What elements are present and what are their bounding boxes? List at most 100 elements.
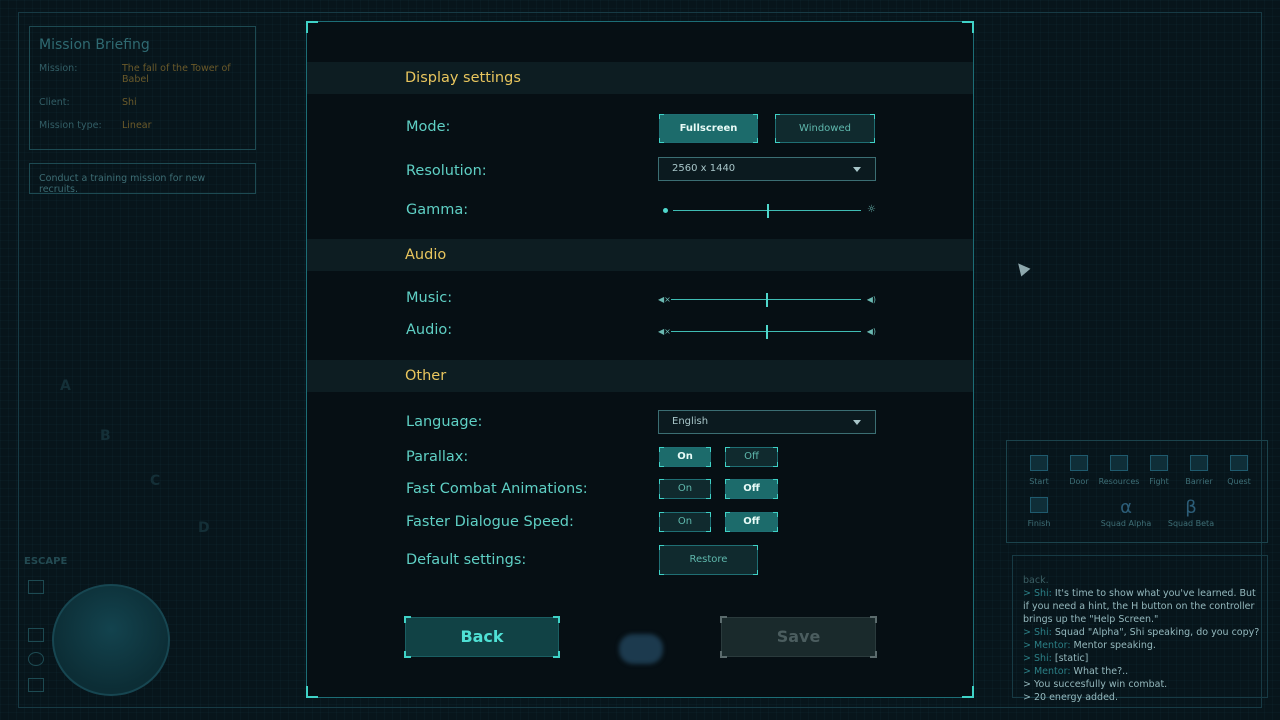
button-label: Off xyxy=(744,451,759,462)
quest-step-label: Door xyxy=(1069,477,1089,486)
log-text: > You succesfully win combat. xyxy=(1023,679,1168,690)
parallax-off-button[interactable]: Off xyxy=(725,447,778,467)
virtual-joystick[interactable] xyxy=(52,584,170,696)
decor-letter: A xyxy=(60,378,71,394)
fast-combat-on-button[interactable]: On xyxy=(659,479,711,499)
log-text: Mentor speaking. xyxy=(1070,640,1156,651)
quest-step-quest[interactable]: Quest xyxy=(1217,455,1261,486)
fullscreen-button[interactable]: Fullscreen xyxy=(659,114,758,143)
slider-thumb[interactable] xyxy=(766,293,768,307)
mute-icon: ◀× xyxy=(658,327,671,336)
music-slider[interactable]: ◀× ◀) xyxy=(658,293,876,307)
quest-step-label: Barrier xyxy=(1185,477,1213,486)
quest-step-label: Quest xyxy=(1227,477,1251,486)
squad-alpha[interactable]: α Squad Alpha xyxy=(1097,499,1155,529)
quest-step-resources[interactable]: Resources xyxy=(1097,455,1141,486)
decor-letter: D xyxy=(198,520,210,536)
quest-step-door[interactable]: Door xyxy=(1057,455,1101,486)
parallax-on-button[interactable]: On xyxy=(659,447,711,467)
slider-thumb[interactable] xyxy=(766,325,768,339)
briefing-row: Client: Shi xyxy=(39,97,246,108)
quest-step-label: Finish xyxy=(1027,519,1051,528)
briefing-row: Mission type: Linear xyxy=(39,120,246,131)
resolution-label: Resolution: xyxy=(406,163,487,179)
corner-bracket xyxy=(306,21,318,33)
log-line: > 20 energy added. xyxy=(1023,691,1267,704)
exit-icon[interactable] xyxy=(28,580,44,594)
default-settings-label: Default settings: xyxy=(406,552,527,568)
log-line: brings up the "Help Screen." xyxy=(1023,613,1267,626)
log-line: > You succesfully win combat. xyxy=(1023,678,1267,691)
quest-icon xyxy=(1230,455,1248,471)
log-text: It's time to show what you've learned. B… xyxy=(1051,588,1256,599)
briefing-value: The fall of the Tower of Babel xyxy=(122,63,231,85)
corner-bracket xyxy=(962,686,974,698)
quest-step-start[interactable]: Start xyxy=(1017,455,1061,486)
log-text: [static] xyxy=(1051,653,1089,664)
chat-icon[interactable] xyxy=(28,628,44,642)
resolution-value: 2560 x 1440 xyxy=(672,163,736,174)
audio-slider[interactable]: ◀× ◀) xyxy=(658,325,876,339)
briefing-label: Client: xyxy=(39,97,70,108)
log-text: if you need a hint, the H button on the … xyxy=(1023,601,1255,612)
beta-icon: β xyxy=(1185,497,1197,518)
gear-icon[interactable] xyxy=(28,652,44,666)
quest-step-label: Resources xyxy=(1098,477,1140,486)
quest-panel: Start Door Resources Fight Barrier Quest… xyxy=(1006,440,1268,543)
journal-icon[interactable] xyxy=(28,678,44,692)
log-line: > Mentor: What the?.. xyxy=(1023,665,1267,678)
parallax-label: Parallax: xyxy=(406,449,469,465)
barrier-icon xyxy=(1190,455,1208,471)
chevron-down-icon xyxy=(853,167,861,172)
briefing-label: Mission: xyxy=(39,63,78,74)
log-speaker: > Shi: xyxy=(1023,588,1052,599)
volume-icon: ◀) xyxy=(866,327,876,336)
log-text: brings up the "Help Screen." xyxy=(1023,614,1159,625)
gamma-slider[interactable]: ☼ xyxy=(658,204,876,218)
briefing-title: Mission Briefing xyxy=(39,37,150,53)
corner-bracket xyxy=(962,21,974,33)
slider-thumb[interactable] xyxy=(767,204,769,218)
escape-label[interactable]: ESCAPE xyxy=(24,556,67,567)
corner-bracket xyxy=(306,686,318,698)
start-icon xyxy=(1030,455,1048,471)
briefing-value: Shi xyxy=(122,97,137,108)
gamepad-icon xyxy=(619,634,663,664)
button-label: On xyxy=(677,516,693,527)
windowed-button[interactable]: Windowed xyxy=(775,114,875,143)
dialogue-speed-on-button[interactable]: On xyxy=(659,512,711,532)
log-text: What the?.. xyxy=(1070,666,1129,677)
briefing-row: Mission: The fall of the Tower of Babel xyxy=(39,63,246,85)
button-label: On xyxy=(677,451,693,462)
briefing-value: Linear xyxy=(122,120,152,131)
log-speaker: > Shi: xyxy=(1023,627,1052,638)
chevron-down-icon xyxy=(853,420,861,425)
quest-step-finish[interactable]: Finish xyxy=(1017,497,1061,528)
back-button[interactable]: Back xyxy=(404,616,560,658)
log-line: if you need a hint, the H button on the … xyxy=(1023,600,1267,613)
decor-letter: C xyxy=(150,473,161,489)
quest-step-barrier[interactable]: Barrier xyxy=(1177,455,1221,486)
button-label: Back xyxy=(460,627,504,646)
gamma-label: Gamma: xyxy=(406,202,469,218)
dialogue-speed-off-button[interactable]: Off xyxy=(725,512,778,532)
resolution-dropdown[interactable]: 2560 x 1440 xyxy=(658,157,876,181)
log-text: > 20 energy added. xyxy=(1023,692,1118,703)
section-header-other: Other xyxy=(307,360,973,392)
section-header-display: Display settings xyxy=(307,62,973,94)
language-dropdown[interactable]: English xyxy=(658,410,876,434)
log-line: > Shi: Squad "Alpha", Shi speaking, do y… xyxy=(1023,626,1267,639)
squad-beta[interactable]: β Squad Beta xyxy=(1163,497,1219,529)
quest-step-label: Fight xyxy=(1149,477,1169,486)
dialogue-speed-label: Faster Dialogue Speed: xyxy=(406,514,574,530)
squad-label: Squad Beta xyxy=(1167,519,1215,528)
language-value: English xyxy=(672,416,709,427)
quest-step-fight[interactable]: Fight xyxy=(1137,455,1181,486)
briefing-label: Mission type: xyxy=(39,120,102,131)
mode-label: Mode: xyxy=(406,119,451,135)
button-label: Restore xyxy=(689,554,728,565)
restore-button[interactable]: Restore xyxy=(659,545,758,575)
fast-combat-off-button[interactable]: Off xyxy=(725,479,778,499)
save-button[interactable]: Save xyxy=(720,616,877,658)
log-speaker: > Mentor: xyxy=(1023,640,1071,651)
